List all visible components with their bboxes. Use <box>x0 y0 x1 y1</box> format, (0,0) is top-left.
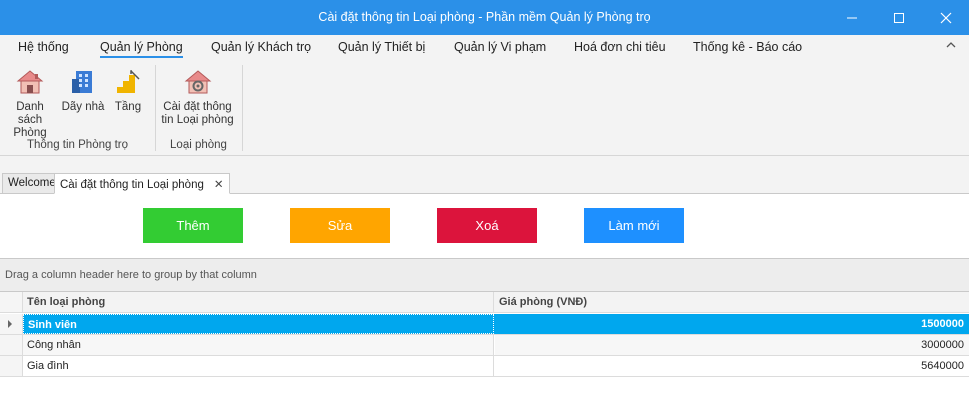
table-row[interactable]: Sinh viên 1500000 <box>0 314 969 335</box>
cell-room-type[interactable]: Công nhân <box>23 335 494 355</box>
danh-sach-phong-button[interactable]: Danh sách Phòng <box>4 67 56 140</box>
menu-hoa-don-chi-tieu[interactable]: Hoá đơn chi tiêu <box>574 40 666 54</box>
cai-dat-loai-phong-button[interactable]: Cài đặt thông tin Loại phòng <box>160 67 235 127</box>
house-gear-icon <box>184 70 211 94</box>
collapse-ribbon-icon[interactable] <box>946 38 956 52</box>
ribbon-separator <box>242 65 243 151</box>
group-by-panel[interactable]: Drag a column header here to group by th… <box>0 258 969 292</box>
delete-button[interactable]: Xoá <box>437 208 537 243</box>
add-button[interactable]: Thêm <box>143 208 243 243</box>
tab-welcome-label: Welcome <box>8 177 56 189</box>
group-label-loai-phong: Loại phòng <box>170 139 227 151</box>
window-title: Cài đặt thông tin Loại phòng - Phần mềm … <box>318 10 651 24</box>
tab-cai-dat-loai-phong-label: Cài đặt thông tin Loại phòng <box>60 179 204 191</box>
tab-cai-dat-loai-phong[interactable]: Cài đặt thông tin Loại phòng ✕ <box>54 173 230 194</box>
edit-button[interactable]: Sửa <box>290 208 390 243</box>
close-icon <box>940 12 952 23</box>
danh-sach-phong-label: Danh sách Phòng <box>13 101 47 139</box>
column-header-ten-loai-phong[interactable]: Tên loại phòng <box>23 292 494 312</box>
menu-quan-ly-thiet-bi[interactable]: Quản lý Thiết bị <box>338 40 425 54</box>
cell-room-type[interactable]: Sinh viên <box>23 314 494 334</box>
minimize-icon <box>847 17 857 18</box>
menu-he-thong[interactable]: Hệ thống <box>18 40 69 54</box>
tab-welcome[interactable]: Welcome <box>2 173 62 194</box>
menu-quan-ly-khach-tro[interactable]: Quản lý Khách trọ <box>211 40 311 54</box>
maximize-icon <box>894 12 904 23</box>
title-bar: Cài đặt thông tin Loại phòng - Phần mềm … <box>0 0 969 35</box>
ribbon: Danh sách Phòng Dãy nhà Tầng Thông tin P… <box>0 61 969 156</box>
menu-bar: Hệ thống Quản lý Phòng Quản lý Khách trọ… <box>0 35 969 61</box>
tang-button[interactable]: Tầng <box>110 67 146 114</box>
day-nha-button[interactable]: Dãy nhà <box>60 67 106 114</box>
column-header-gia-phong[interactable]: Giá phòng (VNĐ) <box>495 292 969 312</box>
cell-price[interactable]: 5640000 <box>495 356 969 376</box>
row-indicator <box>0 356 23 376</box>
document-tabstrip: Welcome Cài đặt thông tin Loại phòng ✕ <box>0 156 969 194</box>
minimize-button[interactable] <box>832 0 872 35</box>
close-tab-icon[interactable]: ✕ <box>214 179 224 191</box>
menu-quan-ly-vi-pham[interactable]: Quản lý Vi phạm <box>454 40 546 54</box>
menu-thong-ke-bao-cao[interactable]: Thống kê - Báo cáo <box>693 40 802 54</box>
close-button[interactable] <box>926 0 966 35</box>
table-row[interactable]: Gia đình 5640000 <box>0 356 969 377</box>
house-icon <box>16 70 44 94</box>
day-nha-label: Dãy nhà <box>61 101 105 113</box>
menu-quan-ly-phong[interactable]: Quản lý Phòng <box>100 40 183 58</box>
group-label-thong-tin-phong-tro: Thông tin Phòng trọ <box>26 139 128 151</box>
table-row[interactable]: Công nhân 3000000 <box>0 335 969 356</box>
cell-room-type[interactable]: Gia đình <box>23 356 494 376</box>
tang-label: Tầng <box>114 101 142 113</box>
row-indicator <box>0 314 23 334</box>
building-icon <box>72 71 92 93</box>
cell-price[interactable]: 3000000 <box>495 335 969 355</box>
cai-dat-loai-phong-label: Cài đặt thông tin Loại phòng <box>161 101 234 126</box>
room-type-grid: Tên loại phòng Giá phòng (VNĐ) Sinh viên… <box>0 292 969 414</box>
row-indicator <box>0 335 23 355</box>
refresh-button[interactable]: Làm mới <box>584 208 684 243</box>
group-by-hint: Drag a column header here to group by th… <box>5 269 257 281</box>
cell-price[interactable]: 1500000 <box>495 314 969 334</box>
stairs-icon <box>117 70 140 93</box>
current-row-arrow-icon <box>8 320 12 328</box>
maximize-button[interactable] <box>879 0 919 35</box>
grid-header-row: Tên loại phòng Giá phòng (VNĐ) <box>0 292 969 313</box>
row-indicator-header <box>0 292 23 312</box>
